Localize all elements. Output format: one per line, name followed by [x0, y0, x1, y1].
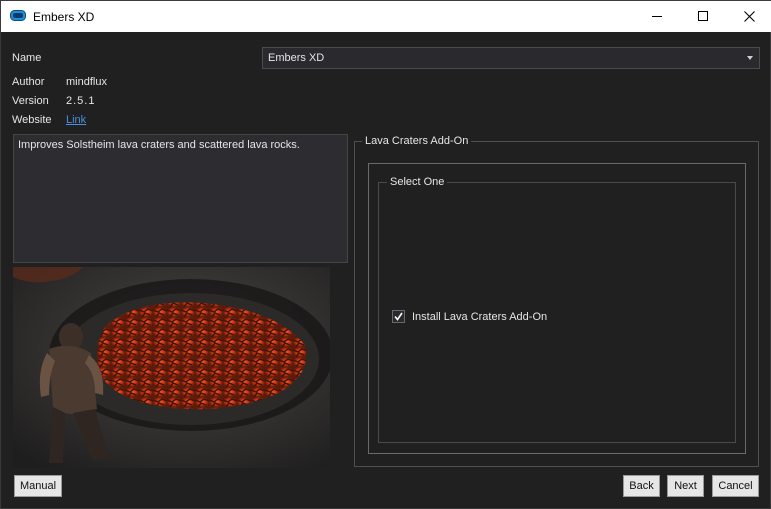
author-value: mindflux — [66, 76, 107, 88]
close-icon — [743, 11, 755, 22]
maximize-button[interactable] — [680, 1, 726, 32]
back-button[interactable]: Back — [623, 475, 660, 497]
minimize-button[interactable] — [634, 1, 680, 32]
install-lava-craters-label[interactable]: Install Lava Craters Add-On — [412, 311, 547, 323]
checkmark-icon — [394, 312, 403, 321]
preview-image — [13, 267, 330, 468]
version-value: 2.5.1 — [66, 95, 96, 107]
embers-app-icon — [10, 10, 26, 21]
name-dropdown[interactable]: Embers XD — [262, 47, 760, 69]
name-label: Name — [12, 52, 42, 64]
author-label: Author — [12, 76, 45, 88]
install-lava-craters-checkbox[interactable] — [392, 310, 405, 323]
lava-crater-illustration — [13, 267, 330, 468]
window-title: Embers XD — [33, 10, 95, 24]
close-button[interactable] — [726, 1, 771, 32]
maximize-icon — [697, 11, 708, 21]
name-dropdown-value: Embers XD — [268, 52, 325, 64]
version-label: Version — [12, 95, 49, 107]
description-box[interactable]: Improves Solstheim lava craters and scat… — [13, 134, 348, 263]
next-button[interactable]: Next — [667, 475, 704, 497]
select-one-group-title: Select One — [387, 176, 448, 188]
website-label: Website — [12, 114, 52, 126]
installer-window: Embers XD Name Embers XD Author mindflux… — [0, 0, 771, 509]
cancel-button[interactable]: Cancel — [712, 475, 759, 497]
lava-craters-group-title: Lava Craters Add-On — [362, 135, 472, 147]
minimize-icon — [651, 16, 662, 17]
chevron-down-icon — [747, 56, 753, 60]
description-text: Improves Solstheim lava craters and scat… — [18, 139, 300, 151]
manual-button[interactable]: Manual — [14, 475, 62, 497]
website-link[interactable]: Link — [66, 114, 86, 126]
title-bar[interactable]: Embers XD — [1, 1, 771, 32]
